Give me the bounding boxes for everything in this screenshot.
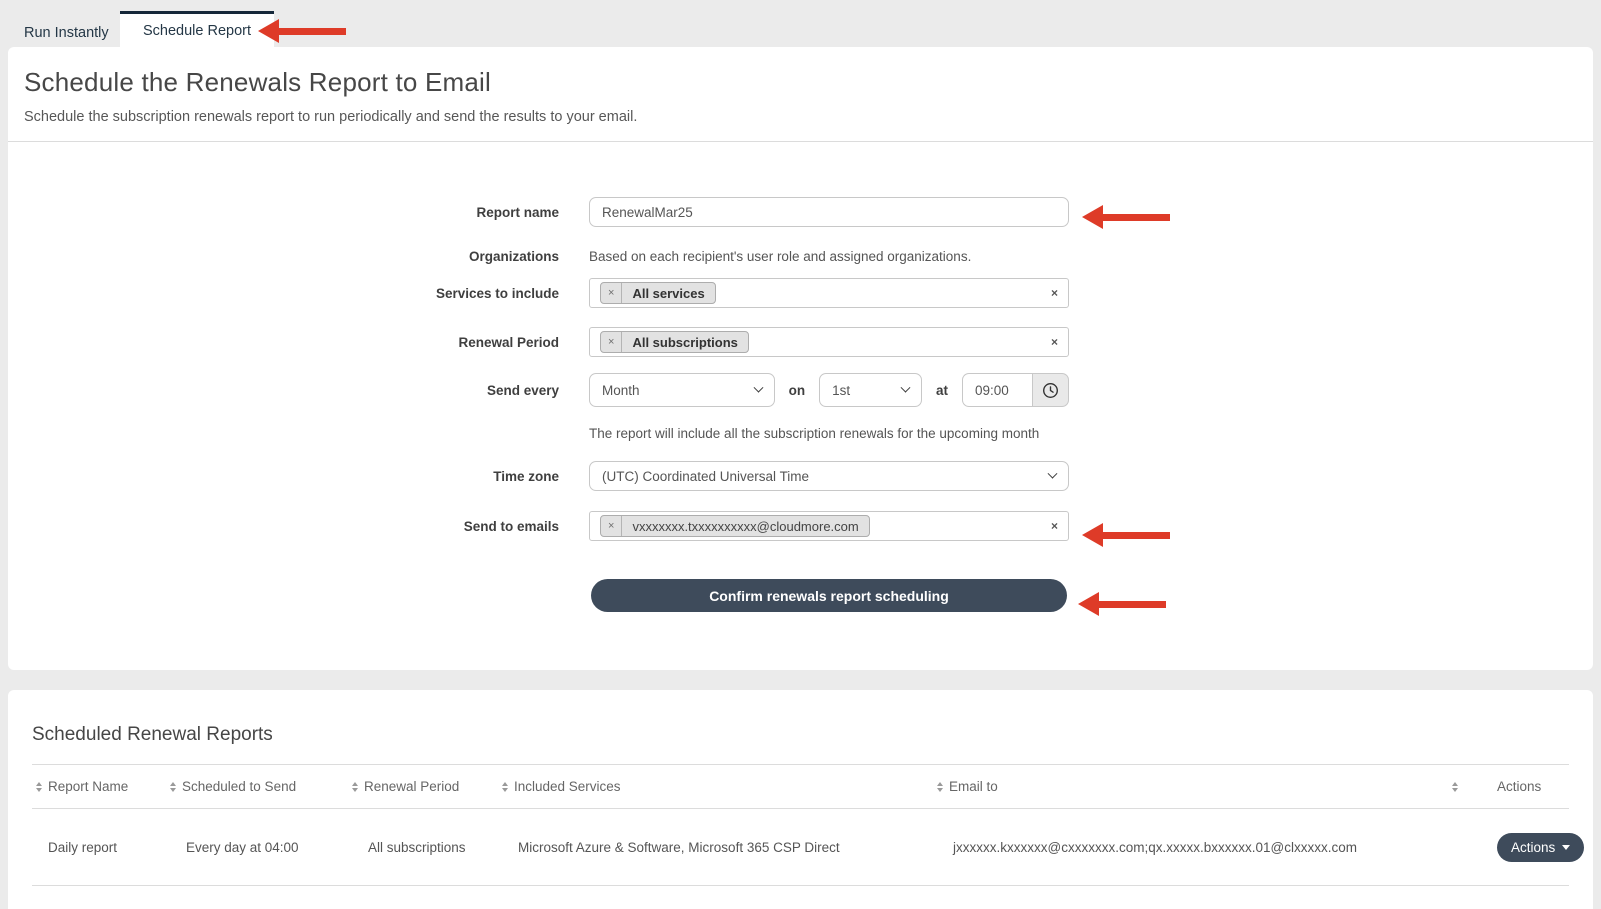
- sort-icon: [1452, 782, 1458, 792]
- caret-down-icon: [1562, 845, 1570, 850]
- email-tag-label: vxxxxxxx.txxxxxxxxxx@cloudmore.com: [622, 519, 868, 534]
- sort-icon: [170, 782, 176, 792]
- services-tag: × All services: [600, 282, 716, 304]
- chevron-down-icon: [753, 382, 763, 392]
- sort-icon: [36, 782, 42, 792]
- sort-header-renewal-period[interactable]: Renewal Period: [352, 779, 502, 794]
- time-picker: [962, 373, 1069, 407]
- renewal-period-tag-label: All subscriptions: [622, 335, 747, 350]
- sort-header-report-name[interactable]: Report Name: [36, 779, 170, 794]
- report-name-input[interactable]: [589, 197, 1069, 227]
- emails-multiselect[interactable]: × vxxxxxxx.txxxxxxxxxx@cloudmore.com ×: [589, 511, 1069, 541]
- frequency-helper-text: The report will include all the subscrip…: [589, 426, 1039, 441]
- time-zone-row: Time zone (UTC) Coordinated Universal Ti…: [8, 461, 1593, 491]
- services-row: Services to include × All services ×: [8, 278, 1593, 308]
- page-title: Schedule the Renewals Report to Email: [24, 67, 1577, 98]
- tab-schedule-report[interactable]: Schedule Report: [120, 11, 274, 47]
- frequency-value: Month: [602, 383, 640, 398]
- on-word: on: [789, 383, 806, 398]
- services-tag-label: All services: [622, 286, 714, 301]
- time-zone-label: Time zone: [8, 469, 559, 484]
- sort-icon: [352, 782, 358, 792]
- send-every-row: Send every Month on 1st at: [8, 373, 1593, 407]
- time-input[interactable]: [962, 373, 1032, 407]
- cell-email-to: jxxxxxx.kxxxxxx@cxxxxxxx.com;qx.xxxxx.bx…: [937, 840, 1452, 855]
- clear-all-icon[interactable]: ×: [1051, 286, 1058, 300]
- sort-header-scheduled-to-send[interactable]: Scheduled to Send: [170, 779, 352, 794]
- renewal-period-multiselect[interactable]: × All subscriptions ×: [589, 327, 1069, 357]
- cell-renewal-period: All subscriptions: [352, 840, 502, 855]
- time-picker-button[interactable]: [1032, 373, 1069, 407]
- sort-header-blank[interactable]: [1452, 782, 1497, 792]
- scheduled-reports-panel: Scheduled Renewal Reports Report Name Sc…: [8, 690, 1593, 909]
- table-header-row: Report Name Scheduled to Send Renewal Pe…: [32, 764, 1569, 809]
- sort-header-included-services[interactable]: Included Services: [502, 779, 937, 794]
- tab-bar: Run Instantly Schedule Report: [0, 0, 1601, 47]
- cell-included-services: Microsoft Azure & Software, Microsoft 36…: [502, 840, 937, 855]
- organizations-label: Organizations: [8, 249, 559, 264]
- sort-icon: [937, 782, 943, 792]
- page-subtitle: Schedule the subscription renewals repor…: [24, 109, 1577, 125]
- organizations-row: Organizations Based on each recipient's …: [8, 249, 1593, 264]
- chevron-down-icon: [1048, 468, 1058, 478]
- actions-column-header: Actions: [1497, 779, 1579, 794]
- sort-header-email-to[interactable]: Email to: [937, 779, 1452, 794]
- report-name-row: Report name: [8, 197, 1593, 227]
- panel-header: Schedule the Renewals Report to Email Sc…: [8, 47, 1593, 142]
- send-every-label: Send every: [8, 383, 559, 398]
- table-row: Daily report Every day at 04:00 All subs…: [32, 809, 1569, 886]
- report-name-label: Report name: [8, 205, 559, 220]
- renewal-period-tag: × All subscriptions: [600, 331, 749, 353]
- day-value: 1st: [832, 383, 850, 398]
- chevron-down-icon: [901, 382, 911, 392]
- clear-all-icon[interactable]: ×: [1051, 335, 1058, 349]
- renewal-period-row: Renewal Period × All subscriptions ×: [8, 327, 1593, 357]
- cell-scheduled-to-send: Every day at 04:00: [170, 840, 352, 855]
- remove-tag-icon[interactable]: ×: [601, 516, 622, 536]
- schedule-form: Report name Organizations Based on each …: [8, 142, 1593, 612]
- time-zone-value: (UTC) Coordinated Universal Time: [602, 469, 809, 484]
- services-label: Services to include: [8, 286, 559, 301]
- remove-tag-icon[interactable]: ×: [601, 283, 622, 303]
- row-actions-button[interactable]: Actions: [1497, 833, 1584, 862]
- clear-all-icon[interactable]: ×: [1051, 519, 1058, 533]
- tab-run-instantly[interactable]: Run Instantly: [24, 25, 109, 41]
- scheduled-reports-heading: Scheduled Renewal Reports: [32, 724, 1569, 746]
- clock-icon: [1042, 382, 1059, 399]
- send-to-emails-label: Send to emails: [8, 519, 559, 534]
- remove-tag-icon[interactable]: ×: [601, 332, 622, 352]
- email-tag: × vxxxxxxx.txxxxxxxxxx@cloudmore.com: [600, 515, 870, 537]
- sort-icon: [502, 782, 508, 792]
- renewal-period-label: Renewal Period: [8, 335, 559, 350]
- helper-row: The report will include all the subscrip…: [8, 426, 1593, 441]
- schedule-report-panel: Schedule the Renewals Report to Email Sc…: [8, 47, 1593, 670]
- send-to-emails-row: Send to emails × vxxxxxxx.txxxxxxxxxx@cl…: [8, 511, 1593, 541]
- cell-report-name: Daily report: [32, 840, 170, 855]
- organizations-note: Based on each recipient's user role and …: [589, 249, 971, 264]
- frequency-select[interactable]: Month: [589, 373, 775, 407]
- confirm-scheduling-button[interactable]: Confirm renewals report scheduling: [591, 579, 1067, 612]
- at-word: at: [936, 383, 948, 398]
- day-select[interactable]: 1st: [819, 373, 922, 407]
- time-zone-select[interactable]: (UTC) Coordinated Universal Time: [589, 461, 1069, 491]
- services-multiselect[interactable]: × All services ×: [589, 278, 1069, 308]
